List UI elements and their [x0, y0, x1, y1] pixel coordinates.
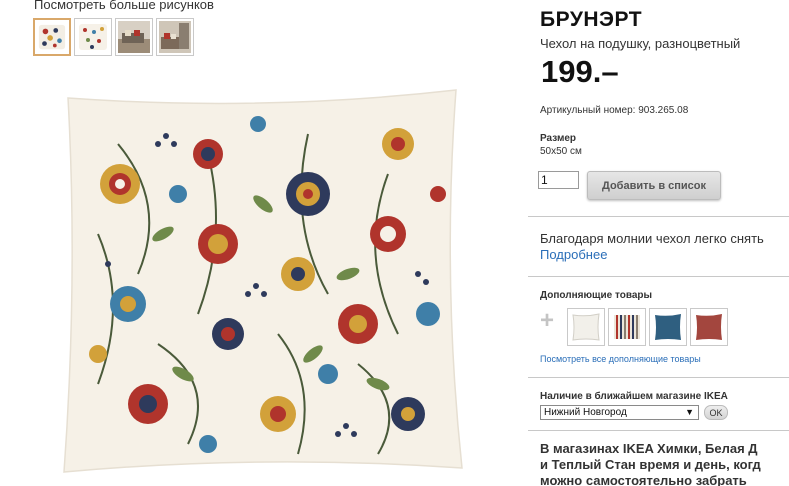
thumbnail-room-1[interactable] — [115, 18, 153, 56]
size-value: 50x50 см — [540, 146, 582, 157]
thumbnail-pillow-front[interactable] — [33, 18, 71, 56]
store-select[interactable]: Нижний Новгород ▼ — [540, 405, 699, 420]
add-to-list-button[interactable]: Добавить в список — [587, 171, 721, 200]
promo-line: и Теплый Стан время и день, когд — [540, 457, 761, 472]
promo-line: можно самостоятельно забрать — [540, 473, 747, 486]
pillow-thumbnail-icon — [38, 24, 66, 50]
ok-button[interactable]: OK — [704, 405, 728, 420]
related-item-red-cushion[interactable] — [690, 308, 728, 346]
feature-text: Благодаря молнии чехол легко снять — [540, 231, 764, 246]
pillow-thumbnail-icon — [79, 24, 107, 50]
product-name: БРУНЭРТ — [540, 8, 643, 31]
related-item-white-cushion[interactable] — [567, 308, 605, 346]
promo-text: В магазинах IKEA Химки, Белая Д и Теплый… — [540, 441, 761, 486]
related-item-striped-cushion[interactable] — [608, 308, 646, 346]
striped-cushion-icon — [614, 315, 640, 339]
product-price: 199.– — [541, 54, 619, 89]
divider — [528, 216, 789, 217]
thumbnail-room-2[interactable] — [156, 18, 194, 56]
related-item-blue-cushion[interactable] — [649, 308, 687, 346]
stock-title: Наличие в ближайшем магазине IKEA — [540, 391, 728, 402]
thumbnail-strip — [33, 18, 194, 56]
blue-cushion-icon — [655, 314, 681, 340]
store-select-value: Нижний Новгород — [544, 407, 627, 418]
product-main-image[interactable] — [58, 84, 466, 474]
promo-line: В магазинах IKEA Химки, Белая Д — [540, 441, 758, 456]
size-label: Размер — [540, 133, 577, 144]
related-products-link[interactable]: Посмотреть все дополняющие товары — [540, 354, 701, 364]
divider — [528, 377, 789, 378]
divider — [528, 430, 789, 431]
plus-icon: + — [540, 307, 555, 334]
article-number: Артикульный номер: 903.265.08 — [540, 105, 689, 116]
related-products-title: Дополняющие товары — [540, 290, 653, 301]
related-products-list — [567, 308, 728, 346]
white-cushion-icon — [572, 313, 600, 341]
thumbnail-pillow-back[interactable] — [74, 18, 112, 56]
room-thumbnail-icon — [159, 21, 191, 53]
room-thumbnail-icon — [118, 21, 150, 53]
product-description: Чехол на подушку, разноцветный — [540, 36, 741, 51]
floral-cushion-image — [63, 89, 463, 473]
gallery-title[interactable]: Посмотреть больше рисунков — [34, 0, 214, 12]
quantity-input[interactable] — [538, 171, 579, 189]
more-info-link[interactable]: Подробнее — [540, 247, 607, 262]
dropdown-arrow-icon: ▼ — [685, 407, 694, 417]
divider — [528, 276, 789, 277]
red-cushion-icon — [696, 314, 722, 340]
